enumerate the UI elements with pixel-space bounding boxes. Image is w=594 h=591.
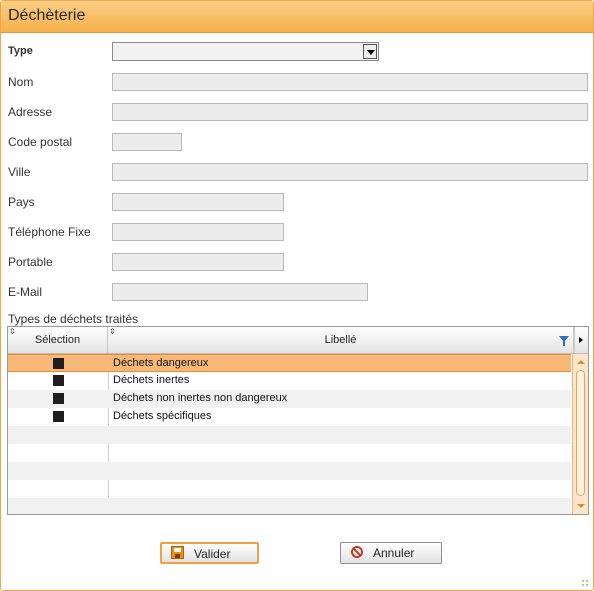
row-checkbox[interactable] xyxy=(53,393,64,404)
type-select[interactable] xyxy=(112,42,379,61)
nom-label: Nom xyxy=(8,75,34,89)
validate-button-label: Valider xyxy=(194,547,231,561)
pays-field[interactable] xyxy=(112,193,284,211)
nom-field[interactable] xyxy=(112,73,588,91)
empty-row xyxy=(8,426,571,444)
table-row[interactable]: Déchets spécifiques xyxy=(8,408,571,426)
column-header-selection[interactable]: Sélection xyxy=(8,327,108,353)
resize-grip-icon[interactable] xyxy=(581,579,589,587)
grid-header: ⇕ Sélection ⇕ Libellé xyxy=(8,327,588,354)
column-menu-icon[interactable] xyxy=(574,327,588,353)
row-checkbox[interactable] xyxy=(53,411,64,422)
table-row[interactable]: Déchets inertes xyxy=(8,372,571,390)
scrollbar-thumb[interactable] xyxy=(576,370,585,496)
table-row[interactable]: Déchets dangereux xyxy=(8,354,571,372)
column-header-libelle[interactable]: Libellé xyxy=(108,327,574,353)
validate-button[interactable]: Valider xyxy=(160,542,259,564)
section-title: Types de déchets traités xyxy=(8,312,139,326)
dialog-window: Déchèterie Type Nom Adresse Code postal … xyxy=(0,0,594,591)
adresse-field[interactable] xyxy=(112,103,588,121)
row-checkbox[interactable] xyxy=(53,358,64,369)
row-label: Déchets dangereux xyxy=(113,357,209,369)
pays-label: Pays xyxy=(8,195,35,209)
code-postal-field[interactable] xyxy=(112,133,182,151)
vertical-scrollbar[interactable] xyxy=(572,354,588,514)
cancel-icon xyxy=(351,546,363,558)
portable-field[interactable] xyxy=(112,253,284,271)
email-label: E-Mail xyxy=(8,285,43,299)
portable-label: Portable xyxy=(8,255,53,269)
grid-rows: Déchets dangereux Déchets inertes Déchet… xyxy=(8,354,571,514)
window-title: Déchèterie xyxy=(8,7,86,24)
adresse-label: Adresse xyxy=(8,105,53,119)
cancel-button-label: Annuler xyxy=(373,546,415,560)
scroll-down-icon[interactable] xyxy=(577,504,585,508)
title-bar[interactable]: Déchèterie xyxy=(1,1,593,33)
empty-row xyxy=(8,498,571,514)
row-label: Déchets non inertes non dangereux xyxy=(113,392,288,404)
email-field[interactable] xyxy=(112,283,368,301)
cancel-button[interactable]: Annuler xyxy=(340,542,442,564)
save-icon xyxy=(171,546,184,559)
code-postal-label: Code postal xyxy=(8,135,73,149)
empty-row xyxy=(8,462,571,480)
table-row[interactable]: Déchets non inertes non dangereux xyxy=(8,390,571,408)
ville-label: Ville xyxy=(8,165,31,179)
telephone-field[interactable] xyxy=(112,223,284,241)
empty-row xyxy=(8,444,571,462)
telephone-label: Téléphone Fixe xyxy=(8,225,91,239)
ville-field[interactable] xyxy=(112,163,588,181)
scroll-up-icon[interactable] xyxy=(577,360,585,364)
empty-row xyxy=(8,480,571,498)
row-label: Déchets spécifiques xyxy=(113,410,212,422)
filter-icon[interactable] xyxy=(559,336,569,346)
waste-types-grid: ⇕ Sélection ⇕ Libellé Déchets dangereux … xyxy=(7,326,589,515)
row-checkbox[interactable] xyxy=(53,375,64,386)
chevron-down-icon[interactable] xyxy=(363,44,377,59)
type-label: Type xyxy=(8,45,33,57)
row-label: Déchets inertes xyxy=(113,374,190,386)
